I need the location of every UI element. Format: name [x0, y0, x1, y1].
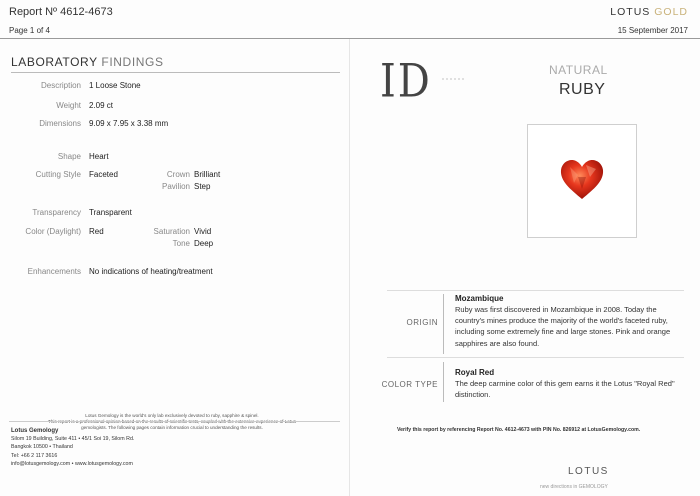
natural-label: NATURAL: [549, 63, 608, 77]
brand-main: LOTUS: [610, 6, 651, 18]
crown-value: Brilliant: [194, 170, 221, 179]
transparency-label: Transparency: [32, 208, 81, 217]
colortype-label: COLOR TYPE: [381, 380, 438, 389]
brand-accent: GOLD: [654, 6, 688, 18]
origin-title: Mozambique: [455, 294, 504, 303]
lab-title-rule: [11, 72, 340, 73]
saturation-label: Saturation: [153, 227, 190, 236]
colortype-top-rule: [387, 357, 684, 358]
origin-label: ORIGIN: [406, 318, 438, 327]
pavilion-value: Step: [194, 182, 211, 191]
colortype-title: Royal Red: [455, 368, 495, 377]
report-date: 15 September 2017: [617, 26, 688, 35]
verify-note: Verify this report by referencing Report…: [397, 427, 641, 433]
color-value: Red: [89, 227, 104, 236]
page-fold: [349, 39, 350, 496]
gem-photo: [527, 124, 637, 238]
report-header: Report Nº 4612-4673 Page 1 of 4 LOTUS GO…: [0, 0, 700, 40]
lotus-tagline: new directions in GEMOLOGY: [540, 484, 608, 490]
report-page: Report Nº 4612-4673 Page 1 of 4 LOTUS GO…: [0, 0, 700, 496]
id-logo: ID: [380, 55, 432, 108]
report-number: Report Nº 4612-4673: [9, 6, 113, 18]
crown-label: Crown: [166, 170, 190, 179]
lotus-logo: LOTUS: [568, 466, 609, 477]
transparency-value: Transparent: [89, 208, 132, 217]
cutting-style-label: Cutting Style: [35, 170, 81, 179]
address-rule: [9, 421, 340, 422]
saturation-value: Vivid: [194, 227, 212, 236]
gem-species: RUBY: [559, 81, 606, 98]
page-number: Page 1 of 4: [9, 26, 50, 35]
dimensions-value: 9.09 x 7.95 x 3.38 mm: [89, 119, 169, 128]
shape-value: Heart: [89, 152, 109, 161]
enhancements-value: No indications of heating/treatment: [89, 267, 213, 276]
description-value: 1 Loose Stone: [89, 81, 141, 90]
description-label: Description: [40, 81, 81, 90]
colortype-separator: [443, 362, 444, 402]
origin-separator: [443, 294, 444, 354]
colortype-text: The deep carmine color of this gem earns…: [455, 379, 675, 400]
weight-label: Weight: [56, 101, 81, 110]
header-rule: [0, 38, 700, 39]
origin-top-rule: [387, 290, 684, 291]
id-dots-ornament: [442, 78, 464, 80]
color-label: Color (Daylight): [25, 227, 81, 236]
lab-findings-title: LABORATORY FINDINGS: [11, 55, 164, 69]
heart-ruby-image: [560, 160, 604, 199]
origin-text: Ruby was first discovered in Mozambique …: [455, 305, 671, 348]
shape-label: Shape: [57, 152, 81, 161]
brand-header: LOTUS GOLD: [610, 6, 688, 18]
weight-value: 2.09 ct: [89, 101, 114, 110]
lab-address: Lotus Gemology Silom 19 Building, Suite …: [11, 428, 135, 467]
dimensions-label: Dimensions: [39, 119, 81, 128]
enhancements-label: Enhancements: [27, 267, 81, 276]
pavilion-label: Pavilion: [161, 182, 190, 191]
tone-value: Deep: [194, 239, 214, 248]
tone-label: Tone: [172, 239, 190, 248]
